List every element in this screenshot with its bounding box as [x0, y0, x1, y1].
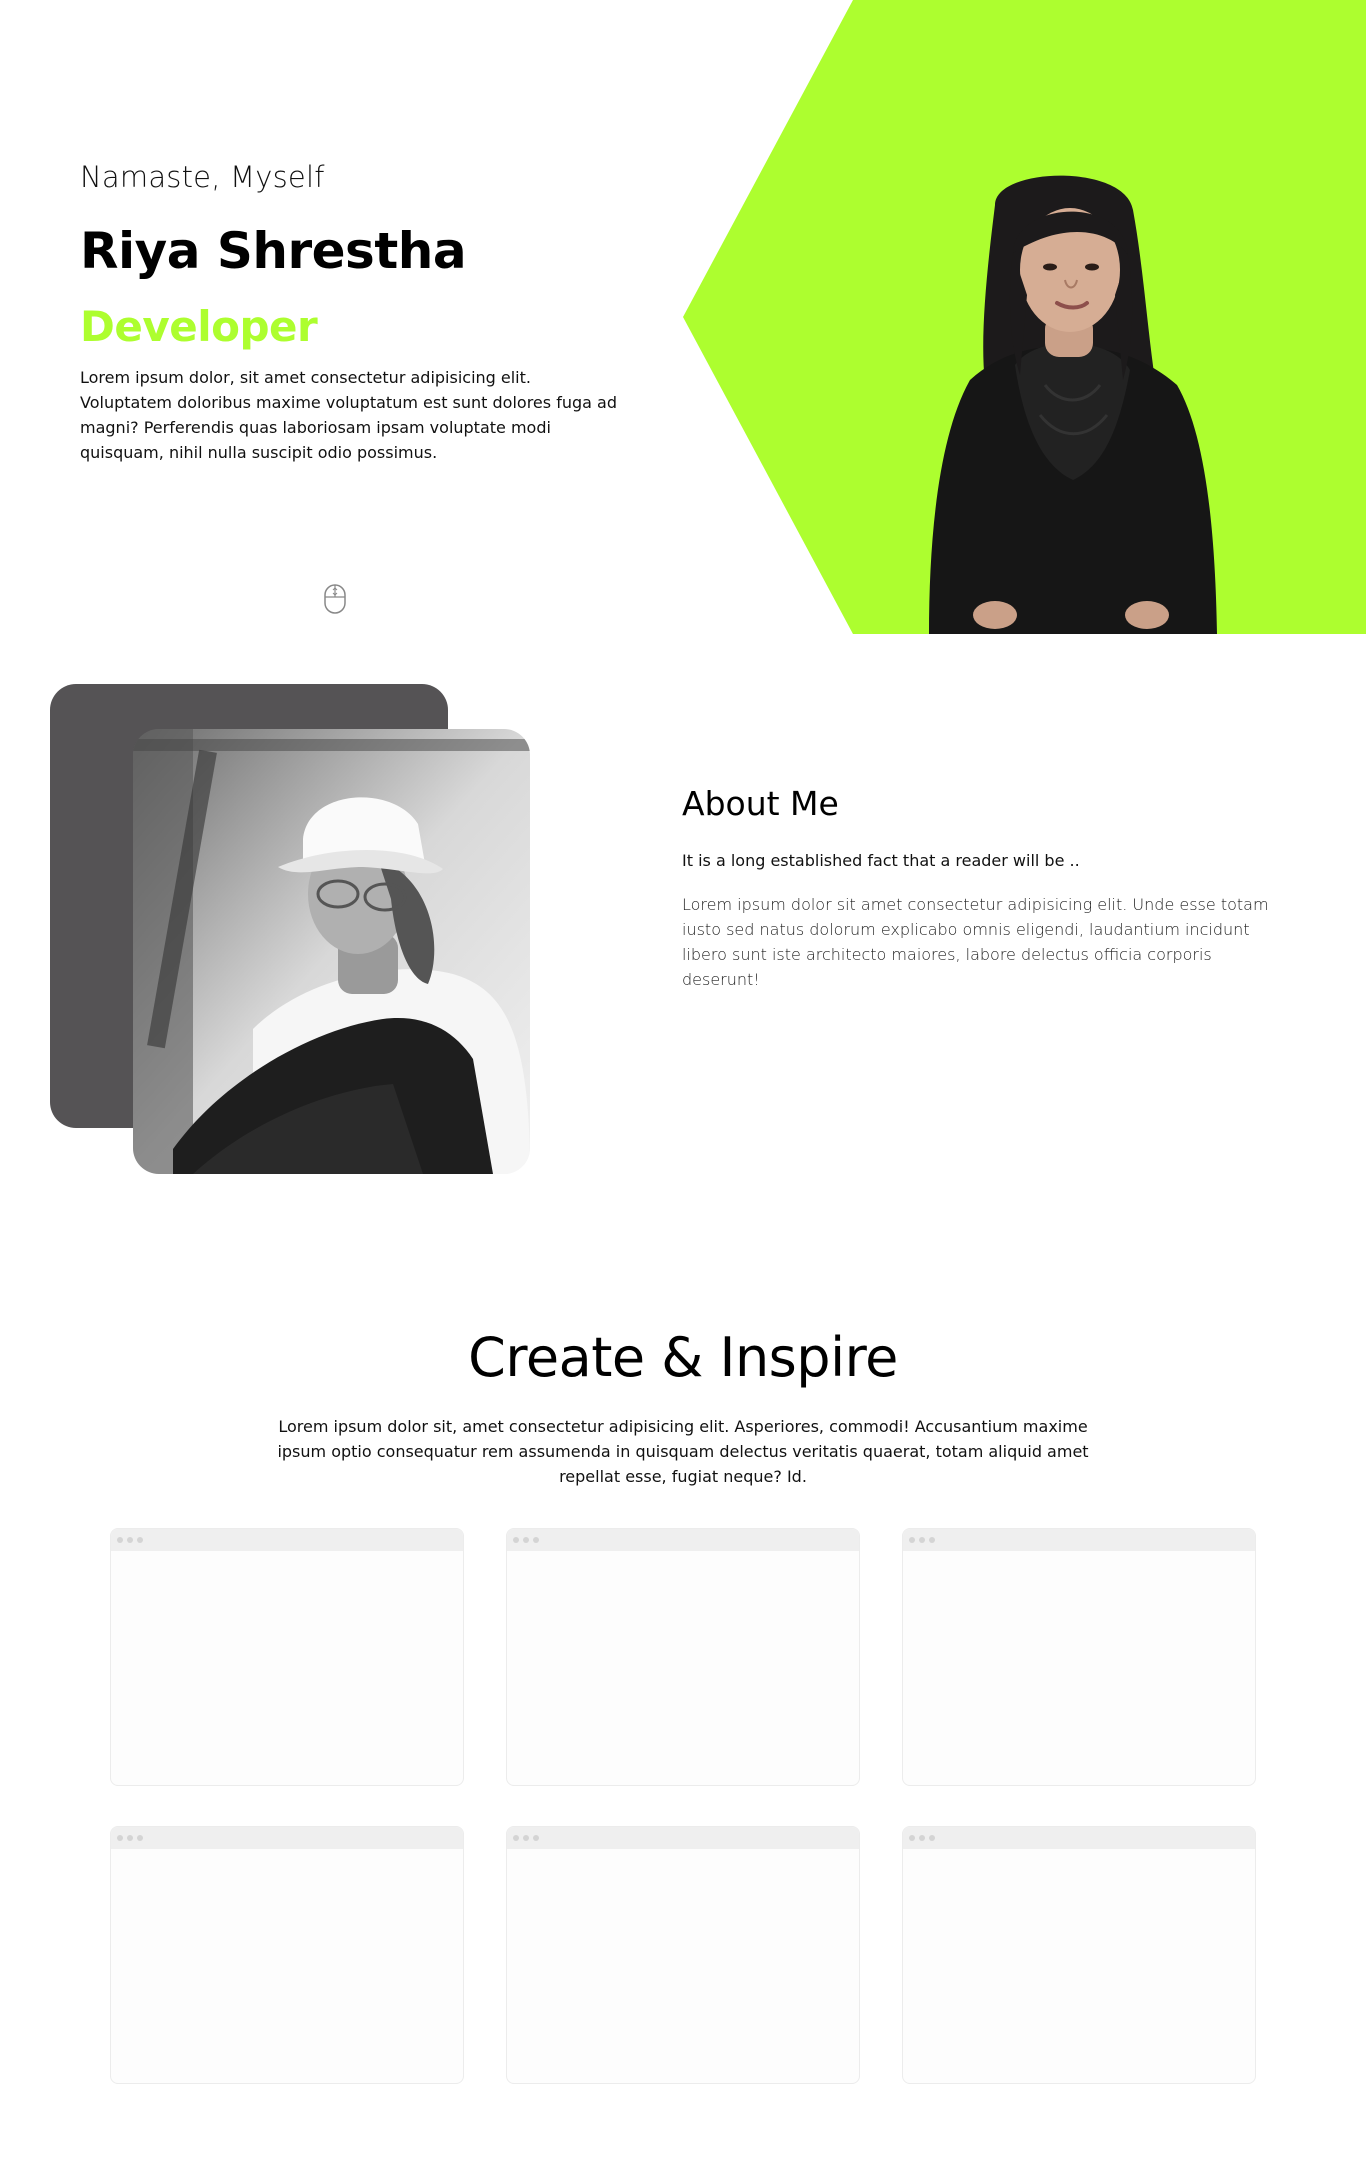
card-window-bar [111, 1827, 463, 1849]
hero-section: Namaste, Myself Riya Shrestha Developer … [0, 0, 1366, 634]
project-card[interactable] [902, 1528, 1256, 1786]
project-card[interactable] [902, 1826, 1256, 2084]
about-photo [133, 729, 530, 1174]
about-title: About Me [682, 784, 839, 823]
projects-section: Create & Inspire Lorem ipsum dolor sit, … [0, 1274, 1366, 2157]
hero-text: Namaste, Myself Riya Shrestha Developer … [80, 160, 620, 465]
mouse-scroll-icon[interactable] [323, 583, 347, 615]
about-portrait-image [133, 729, 530, 1174]
about-subtitle: It is a long established fact that a rea… [682, 851, 1080, 870]
hero-portrait-image [929, 175, 1217, 634]
projects-description: Lorem ipsum dolor sit, amet consectetur … [277, 1417, 1089, 1486]
card-window-bar [903, 1529, 1255, 1551]
card-window-bar [111, 1529, 463, 1551]
hero-name: Riya Shrestha [80, 222, 467, 280]
about-text: About Me It is a long established fact t… [682, 784, 1272, 992]
project-card[interactable] [506, 1528, 860, 1786]
project-card[interactable] [506, 1826, 860, 2084]
card-window-bar [507, 1529, 859, 1551]
hero-role: Developer [80, 302, 318, 351]
hero-greeting: Namaste, Myself [80, 160, 325, 194]
projects-title: Create & Inspire [468, 1326, 898, 1389]
card-window-bar [903, 1827, 1255, 1849]
about-section: About Me It is a long established fact t… [0, 634, 1366, 1274]
project-card[interactable] [110, 1528, 464, 1786]
about-paragraph: Lorem ipsum dolor sit amet consectetur a… [682, 895, 1269, 989]
hero-description: Lorem ipsum dolor, sit amet consectetur … [80, 368, 617, 462]
project-card[interactable] [110, 1826, 464, 2084]
card-window-bar [507, 1827, 859, 1849]
